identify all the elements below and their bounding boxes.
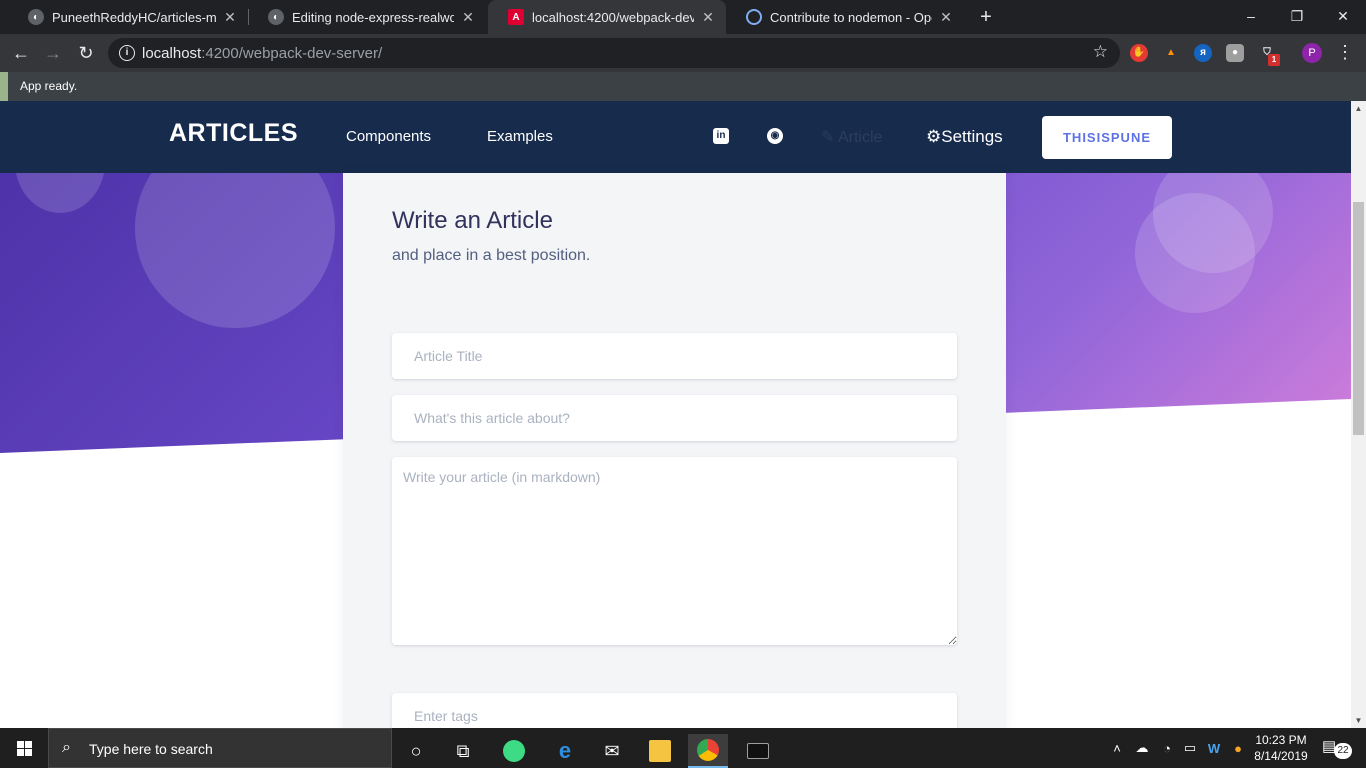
scrollbar-thumb[interactable] — [1353, 202, 1364, 435]
profile-avatar[interactable]: P — [1302, 43, 1322, 63]
page-viewport: ARTICLES Components Examples in ◉ ✎ Arti… — [0, 101, 1351, 728]
extension-badge: 1 — [1268, 54, 1280, 66]
lightbulb-extension-icon[interactable]: ● — [1226, 44, 1244, 62]
edge-browser-icon[interactable]: e — [545, 734, 585, 768]
reload-icon[interactable]: ↻ — [74, 41, 98, 65]
system-clock[interactable]: 10:23 PM 8/14/2019 — [1248, 732, 1314, 764]
status-indicator — [0, 72, 8, 101]
back-arrow-icon[interactable]: ← — [9, 41, 33, 65]
chrome-icon[interactable] — [688, 734, 728, 768]
nav-link-components[interactable]: Components — [346, 128, 431, 145]
article-title-input[interactable] — [392, 333, 957, 379]
article-body-textarea[interactable] — [392, 457, 957, 645]
editor-card: Write an Article and place in a best pos… — [343, 173, 1006, 728]
minimize-button[interactable]: – — [1228, 0, 1274, 32]
linkedin-icon[interactable]: in — [713, 128, 729, 144]
close-icon[interactable]: ✕ — [222, 9, 238, 26]
nav-link-article[interactable]: ✎ Article — [821, 127, 882, 147]
new-tab-button[interactable]: + — [974, 5, 998, 29]
article-tags-input[interactable] — [392, 693, 957, 728]
search-icon: ⌕ — [62, 739, 71, 756]
tab-title: Editing node-express-realworld-e — [292, 9, 454, 25]
adblock-extension-icon[interactable]: ✋ — [1130, 44, 1148, 62]
close-icon[interactable]: ✕ — [700, 9, 716, 26]
scroll-down-arrow-icon[interactable]: ▼ — [1351, 713, 1366, 728]
close-icon[interactable]: ✕ — [460, 9, 476, 26]
site-navbar: ARTICLES Components Examples in ◉ ✎ Arti… — [0, 101, 1351, 173]
notification-count-badge: 22 — [1334, 743, 1352, 759]
browser-tab-strip: ◐ PuneethReddyHC/articles-manag ✕ ◐ Edit… — [0, 0, 1366, 34]
start-button[interactable] — [0, 728, 48, 768]
chevron-up-icon[interactable]: ˄ — [1108, 728, 1126, 768]
battery-icon[interactable]: ▭ — [1180, 728, 1200, 768]
page-scrollbar[interactable]: ▲ ▼ — [1351, 101, 1366, 728]
github-icon[interactable]: ◉ — [767, 128, 783, 144]
address-bar[interactable]: i localhost:4200/webpack-dev-server/ ☆ — [108, 38, 1120, 68]
angular-icon: A — [508, 9, 524, 25]
taskbar-search-box[interactable]: ⌕ Type here to search — [48, 728, 392, 768]
extension-icon[interactable]: ▲ — [1162, 44, 1180, 62]
weather-icon[interactable]: ● — [1228, 728, 1248, 768]
github-icon: ◐ — [28, 9, 44, 25]
gear-icon: ⚙ — [926, 127, 942, 146]
tab-title: PuneethReddyHC/articles-manag — [52, 9, 216, 25]
task-view-icon[interactable]: ⧉ — [443, 734, 483, 768]
terminal-icon[interactable] — [738, 734, 778, 768]
extension-icon[interactable]: я — [1194, 44, 1212, 62]
browser-toolbar: ← → ↻ i localhost:4200/webpack-dev-serve… — [0, 34, 1366, 72]
opencollective-icon — [746, 9, 762, 25]
bookmark-star-icon[interactable]: ☆ — [1093, 42, 1108, 62]
file-explorer-icon[interactable] — [640, 734, 680, 768]
status-message: App ready. — [20, 79, 78, 93]
windows-logo-icon — [17, 741, 32, 756]
editor-subtitle: and place in a best position. — [392, 247, 591, 264]
windows-taskbar: ⌕ Type here to search ○ ⧉ e ✉ ˄ ☁ ◔ ▭ W … — [0, 728, 1366, 768]
cortana-icon[interactable]: ○ — [396, 734, 436, 768]
editor-title: Write an Article — [392, 207, 553, 234]
maximize-button[interactable]: ❐ — [1274, 0, 1320, 32]
close-icon[interactable]: ✕ — [938, 9, 954, 26]
action-center-button[interactable]: ▤ 22 — [1322, 737, 1352, 759]
wifi-icon[interactable]: ◔ — [1157, 728, 1177, 768]
nav-link-settings[interactable]: ⚙Settings — [926, 127, 1003, 147]
browser-tab-active[interactable]: A localhost:4200/webpack-dev-serv ✕ — [488, 0, 726, 34]
mail-icon[interactable]: ✉ — [592, 734, 632, 768]
clock-date: 8/14/2019 — [1254, 749, 1308, 763]
forward-arrow-icon[interactable]: → — [41, 41, 65, 65]
status-bar: App ready. — [0, 72, 1366, 101]
tab-title: localhost:4200/webpack-dev-serv — [532, 9, 694, 25]
menu-kebab-icon[interactable]: ⋮ — [1336, 42, 1354, 62]
onedrive-cloud-icon[interactable]: ☁ — [1131, 728, 1153, 768]
scroll-up-arrow-icon[interactable]: ▲ — [1351, 101, 1366, 116]
url-text[interactable]: localhost:4200/webpack-dev-server/ — [142, 45, 382, 62]
decorative-circle — [1135, 193, 1255, 313]
github-icon: ◐ — [268, 9, 284, 25]
info-icon[interactable]: i — [119, 45, 135, 61]
tab-title: Contribute to nodemon - Open C — [770, 9, 932, 25]
edit-icon: ✎ — [821, 129, 835, 146]
browser-tab[interactable]: Contribute to nodemon - Open C ✕ — [726, 0, 964, 34]
clock-time: 10:23 PM — [1255, 733, 1307, 747]
taskbar-search-placeholder: Type here to search — [89, 741, 213, 757]
close-window-button[interactable]: ✕ — [1320, 0, 1366, 32]
user-profile-button[interactable]: THISISPUNE — [1042, 116, 1172, 159]
article-description-input[interactable] — [392, 395, 957, 441]
nav-link-examples[interactable]: Examples — [487, 128, 553, 145]
browser-tab[interactable]: ◐ PuneethReddyHC/articles-manag ✕ — [8, 0, 248, 34]
browser-tab[interactable]: ◐ Editing node-express-realworld-e ✕ — [248, 0, 486, 34]
brand-logo[interactable]: ARTICLES — [169, 119, 298, 148]
android-studio-icon[interactable] — [494, 734, 534, 768]
app-tray-icon[interactable]: W — [1204, 728, 1224, 768]
